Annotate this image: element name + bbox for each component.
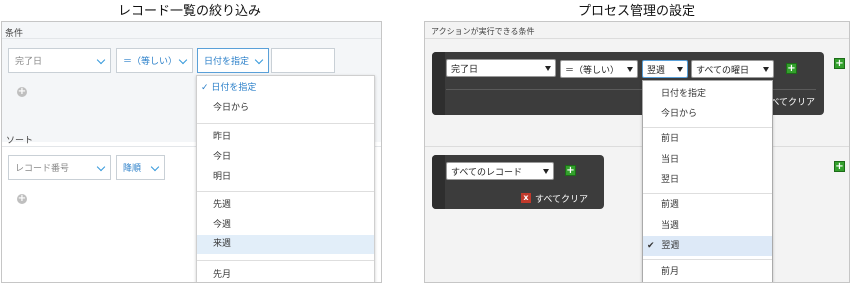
sort-order-select[interactable]: 降順 [116,155,165,180]
chevron-down-icon [96,162,106,171]
weekday-select-label: すべての曜日 [696,65,750,76]
date-select-label: 日付を指定 [204,57,250,67]
right-heading: プロセス管理の設定 [578,4,696,19]
separator [197,123,374,124]
divider [425,146,849,147]
clear-icon[interactable]: x [521,193,531,203]
separator [643,127,772,128]
check-icon: ✔ [647,241,655,251]
records-select-label: すべてのレコード [451,167,523,178]
operator-select[interactable]: ＝（等しい） [560,60,638,78]
sort-field-select[interactable]: レコード番号 [8,155,111,180]
clear-all-button[interactable]: すべてクリア [535,192,588,205]
dropdown-item-same-day[interactable]: 当日 [643,151,772,169]
dropdown-arrow-icon [763,67,769,72]
dropdown-item-next-day[interactable]: 翌日 [643,171,772,189]
separator [197,191,374,192]
dropdown-item-previous-day[interactable]: 前日 [643,130,772,148]
conditions-label: アクションが実行できる条件 [431,27,535,36]
weekday-select[interactable]: すべての曜日 [691,60,774,78]
divider [425,38,849,39]
add-condition-icon[interactable]: + [17,87,27,97]
dropdown-item-previous-month[interactable]: 前月 [643,263,772,281]
period-select[interactable]: 翌週 [642,60,688,78]
date-input[interactable] [271,48,335,73]
records-block: すべてのレコード + x すべてクリア [432,155,604,209]
dropdown-item-previous-week[interactable]: 前週 [643,196,772,214]
chevron-down-icon [178,55,188,64]
separator [643,193,772,194]
dropdown-item-this-week[interactable]: 当週 [643,217,772,235]
period-select-label: 翌週 [647,65,666,76]
sort-order-select-label: 降順 [123,164,142,174]
field-select-label: 完了日 [15,57,43,67]
right-process-panel: アクションが実行できる条件 完了日 ＝（等しい） 翌週 すべての曜日 + すべて… [424,21,850,283]
separator [643,259,772,260]
dropdown-item-specify-date[interactable]: 日付を指定 [643,85,772,103]
chevron-down-icon [150,162,160,171]
chevron-down-icon [96,55,106,64]
field-select[interactable]: 完了日 [8,48,111,73]
dropdown-item-from-today[interactable]: 今日から [643,105,772,123]
dropdown-arrow-icon [543,169,549,174]
dropdown-item-last-month[interactable]: 先月 [197,266,374,282]
dropdown-item-yesterday[interactable]: 昨日 [197,128,374,146]
dropdown-arrow-icon [677,67,683,72]
dropdown-item-today[interactable]: 今日 [197,148,374,166]
dropdown-item-last-week[interactable]: 先週 [197,196,374,214]
add-sort-icon[interactable]: + [17,194,27,204]
dropdown-item-tomorrow[interactable]: 明日 [197,168,374,186]
dropdown-arrow-icon [545,66,551,71]
date-dropdown-menu: ✓ 日付を指定 今日から 昨日 今日 明日 先週 今週 来週 先月 [196,75,375,282]
dropdown-item-next-week[interactable]: ✔ 翌週 [643,236,772,256]
dropdown-item-from-today[interactable]: 今日から [197,99,374,117]
left-heading: レコード一覧の絞り込み [118,4,262,19]
operator-select[interactable]: ＝（等しい） [116,48,193,73]
field-select-label: 完了日 [451,64,479,75]
operator-select-label: ＝（等しい） [123,57,178,67]
add-condition-icon[interactable]: + [786,63,797,74]
left-filter-panel: 条件 完了日 ＝（等しい） 日付を指定 + ソート レコード番号 降順 + ✓ … [1,21,382,283]
check-icon: ✓ [201,83,209,93]
period-dropdown-menu: 日付を指定 今日から 前日 当日 翌日 前週 当週 ✔ 翌週 前月 [642,80,773,282]
drag-handle[interactable] [432,155,445,209]
dropdown-item-next-week[interactable]: 来週 [197,235,374,254]
add-block-icon[interactable]: + [834,58,845,69]
add-block-icon[interactable]: + [834,161,845,172]
date-select[interactable]: 日付を指定 [197,48,269,73]
sort-label: ソート [6,136,34,146]
chevron-down-icon [254,55,264,64]
separator [197,260,374,261]
drag-handle[interactable] [432,52,445,115]
dropdown-item-this-week[interactable]: 今週 [197,216,374,234]
dropdown-item-specify-date[interactable]: ✓ 日付を指定 [197,78,374,98]
records-select[interactable]: すべてのレコード [446,162,554,180]
add-condition-icon[interactable]: + [565,165,576,176]
operator-select-label: ＝（等しい） [565,65,620,76]
sort-field-select-label: レコード番号 [15,164,70,174]
field-select[interactable]: 完了日 [446,59,556,77]
dropdown-arrow-icon [627,67,633,72]
divider [2,38,381,39]
